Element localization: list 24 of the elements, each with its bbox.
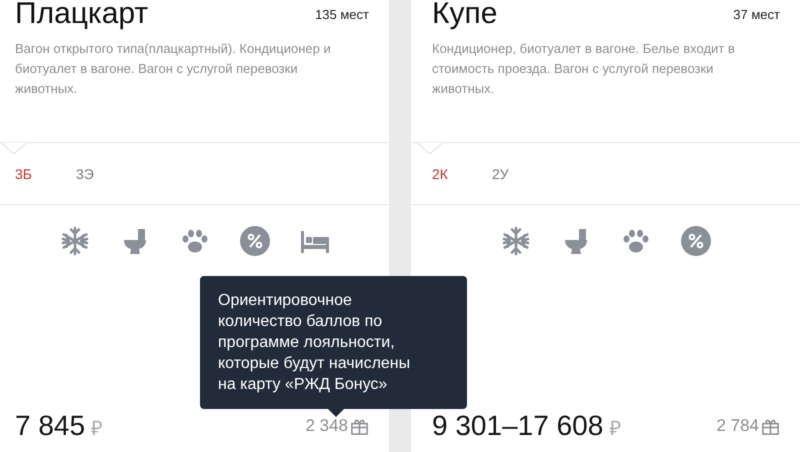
currency-sign: ₽ [609, 418, 622, 440]
car-description: Кондиционер, биотуалет в вагоне. Белье входит в стоимость проезда. Вагон с услугой перевозки животных. [432, 40, 736, 98]
bonus-points: 2 784 [716, 416, 759, 436]
bonus-points: 2 348 [305, 416, 348, 436]
currency-sign: ₽ [91, 418, 104, 440]
gift-icon[interactable] [761, 416, 780, 436]
snowflake-icon [500, 225, 532, 257]
class-tab[interactable]: 2К [432, 166, 448, 182]
gift-icon[interactable] [350, 416, 369, 436]
seat-count: 135 мест [315, 7, 369, 22]
seat-count: 37 мест [733, 7, 780, 22]
class-tab[interactable]: 3Б [15, 166, 32, 182]
snowflake-icon [58, 225, 90, 257]
discount-badge-icon [238, 225, 270, 257]
car-type-title: Купе [432, 0, 498, 31]
discount-badge-icon [680, 225, 712, 257]
car-description: Вагон открытого типа(плацкартный). Кондиционер и биотуалет в вагоне. Вагон с услугой перевозки животных. [15, 40, 332, 98]
class-tab[interactable]: 2У [492, 166, 509, 182]
tooltip: Ориентировочное количество баллов по программе лояльности, которые будут начислены на карту «РЖД Бонус» [200, 276, 467, 409]
price: 9 301–17 608 [432, 410, 604, 441]
tooltip-arrow [328, 409, 344, 417]
price: 7 845 [15, 410, 86, 441]
car-type-title: Плацкарт [15, 0, 148, 31]
class-tab[interactable]: 3Э [76, 166, 94, 182]
